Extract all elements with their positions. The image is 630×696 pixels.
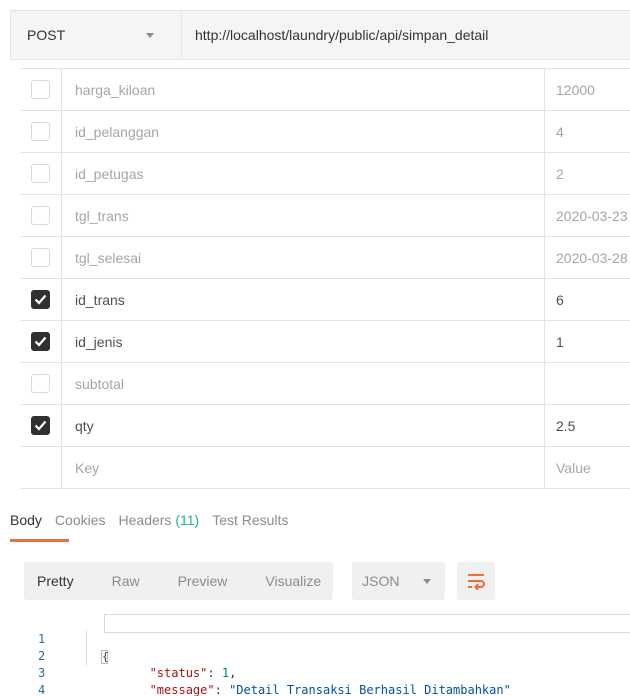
param-value[interactable]: 4 bbox=[545, 111, 630, 152]
param-key[interactable]: tgl_trans bbox=[62, 195, 545, 236]
mode-visualize-button[interactable]: Visualize bbox=[265, 573, 321, 589]
tab-label: Test Results bbox=[212, 512, 289, 528]
param-check-cell bbox=[20, 237, 62, 278]
param-row-qty: qty 2.5 bbox=[20, 405, 630, 447]
param-check-cell bbox=[20, 111, 62, 152]
new-value-input[interactable]: Value bbox=[545, 447, 630, 488]
line-number: 4 bbox=[38, 683, 46, 696]
param-row-tgl-trans: tgl_trans 2020-03-23 bbox=[20, 195, 630, 237]
code-line-2: 2 "status": 1, bbox=[20, 631, 630, 680]
param-check-cell bbox=[20, 447, 62, 488]
request-input-group: POST http://localhost/laundry/public/api… bbox=[10, 10, 630, 60]
indent-guide bbox=[86, 631, 87, 665]
code-line-3: 3 "message": "Detail Transaksi Berhasil … bbox=[20, 648, 630, 696]
param-check-cell bbox=[20, 195, 62, 236]
mode-raw-button[interactable]: Raw bbox=[112, 573, 140, 589]
param-row-id-pelanggan: id_pelanggan 4 bbox=[20, 111, 630, 153]
param-row-id-petugas: id_petugas 2 bbox=[20, 153, 630, 195]
wrap-lines-icon bbox=[468, 574, 486, 590]
param-checkbox[interactable] bbox=[31, 122, 50, 141]
param-checkbox[interactable] bbox=[31, 374, 50, 393]
param-checkbox[interactable] bbox=[31, 164, 50, 183]
param-key[interactable]: id_petugas bbox=[62, 153, 545, 194]
param-row-id-jenis: id_jenis 1 bbox=[20, 321, 630, 363]
format-select[interactable]: JSON bbox=[352, 562, 446, 600]
chevron-down-icon bbox=[146, 33, 154, 38]
param-value[interactable]: 2020-03-28 bbox=[545, 237, 630, 278]
tab-test-results[interactable]: Test Results bbox=[212, 500, 288, 542]
http-method-select[interactable]: POST bbox=[11, 11, 182, 59]
param-key[interactable]: id_jenis bbox=[62, 321, 545, 362]
param-row-new: Key Value bbox=[20, 447, 630, 489]
param-key[interactable]: id_trans bbox=[62, 279, 545, 320]
param-checkbox[interactable] bbox=[31, 416, 50, 435]
param-value[interactable]: 12000 bbox=[545, 69, 630, 110]
headers-count-badge: (11) bbox=[175, 512, 200, 528]
checkmark-icon bbox=[34, 294, 47, 305]
new-key-input[interactable]: Key bbox=[62, 447, 545, 488]
param-check-cell bbox=[20, 153, 62, 194]
response-tabs: Body Cookies Headers (11) Test Results bbox=[10, 500, 630, 542]
mode-pretty-button[interactable]: Pretty bbox=[37, 573, 74, 589]
param-value[interactable]: 1 bbox=[545, 321, 630, 362]
param-row-subtotal: subtotal bbox=[20, 363, 630, 405]
code-line-4: 4 } bbox=[20, 665, 630, 696]
mode-preview-button[interactable]: Preview bbox=[178, 573, 228, 589]
param-value[interactable]: 2020-03-23 bbox=[545, 195, 630, 236]
response-body-code[interactable]: 1 { 2 "status": 1, 3 "message": "Detail … bbox=[20, 614, 630, 696]
params-table: harga_kiloan 12000 id_pelanggan 4 id_pet… bbox=[20, 68, 630, 489]
param-value[interactable]: 2 bbox=[545, 153, 630, 194]
checkmark-icon bbox=[34, 420, 47, 431]
param-key[interactable]: subtotal bbox=[62, 363, 545, 404]
param-row-id-trans: id_trans 6 bbox=[20, 279, 630, 321]
request-bar: POST http://localhost/laundry/public/api… bbox=[10, 0, 630, 70]
chevron-down-icon bbox=[423, 579, 432, 584]
tab-body[interactable]: Body bbox=[10, 500, 69, 542]
json-key-message: "message" bbox=[149, 683, 215, 696]
view-mode-group: Pretty Raw Preview Visualize bbox=[24, 562, 334, 600]
code-line-1: 1 { bbox=[20, 614, 630, 664]
code-content: "message": "Detail Transaksi Berhasil Di… bbox=[149, 683, 511, 696]
tab-headers[interactable]: Headers (11) bbox=[119, 500, 200, 542]
param-key[interactable]: id_pelanggan bbox=[62, 111, 545, 152]
param-key[interactable]: qty bbox=[62, 405, 545, 446]
request-url-input[interactable]: http://localhost/laundry/public/api/simp… bbox=[182, 11, 630, 59]
param-check-cell bbox=[20, 279, 62, 320]
param-row-tgl-selesai: tgl_selesai 2020-03-28 bbox=[20, 237, 630, 279]
param-checkbox[interactable] bbox=[31, 332, 50, 351]
param-value[interactable]: 6 bbox=[545, 279, 630, 320]
postman-window: POST http://localhost/laundry/public/api… bbox=[0, 0, 630, 696]
param-value[interactable] bbox=[545, 363, 630, 404]
param-check-cell bbox=[20, 321, 62, 362]
param-check-cell bbox=[20, 69, 62, 110]
param-key[interactable]: harga_kiloan bbox=[62, 69, 545, 110]
checkmark-icon bbox=[34, 336, 47, 347]
tab-label: Headers bbox=[118, 512, 172, 528]
param-checkbox[interactable] bbox=[31, 206, 50, 225]
param-key[interactable]: tgl_selesai bbox=[62, 237, 545, 278]
param-check-cell bbox=[20, 405, 62, 446]
param-row-harga-kiloan: harga_kiloan 12000 bbox=[20, 69, 630, 111]
tab-cookies[interactable]: Cookies bbox=[55, 500, 106, 542]
format-label: JSON bbox=[362, 573, 400, 589]
param-value[interactable]: 2.5 bbox=[545, 405, 630, 446]
wrap-lines-button[interactable] bbox=[457, 562, 496, 600]
http-method-label: POST bbox=[27, 27, 66, 43]
param-checkbox[interactable] bbox=[31, 80, 50, 99]
tab-label: Cookies bbox=[54, 512, 106, 528]
param-checkbox[interactable] bbox=[31, 248, 50, 267]
response-toolbar: Pretty Raw Preview Visualize JSON bbox=[24, 562, 630, 600]
param-check-cell bbox=[20, 363, 62, 404]
tab-label: Body bbox=[10, 512, 42, 528]
param-checkbox[interactable] bbox=[31, 290, 50, 309]
json-value-message: "Detail Transaksi Berhasil Ditambahkan" bbox=[229, 683, 511, 696]
